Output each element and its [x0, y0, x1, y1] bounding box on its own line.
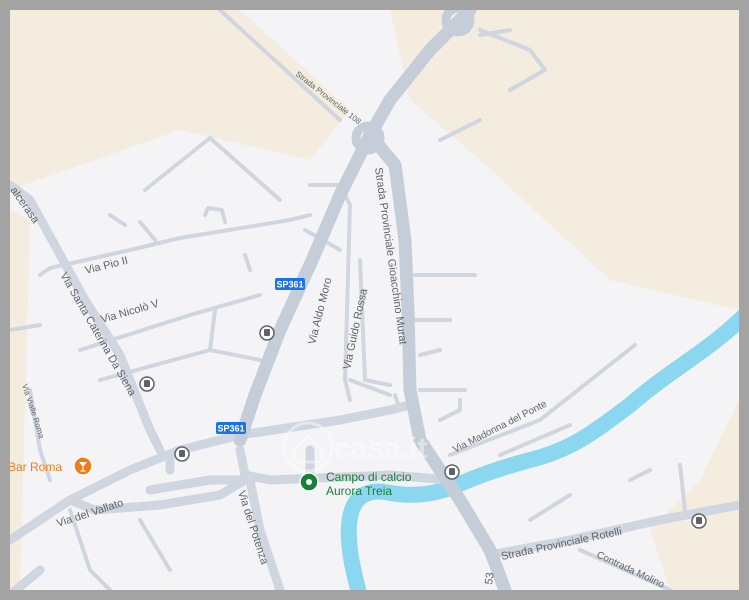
map-view[interactable]: SP361 SP361 Via Pio II Via Nicolò V Via … — [10, 10, 739, 590]
svg-text:SP361: SP361 — [217, 424, 244, 434]
rural-area — [390, 10, 739, 310]
bus-stop-icon[interactable] — [174, 446, 190, 462]
bus-stop-icon[interactable] — [691, 513, 707, 529]
poi-label-bar-roma[interactable]: Bar Roma — [10, 460, 62, 474]
poi-bar-roma[interactable]: Bar Roma — [10, 456, 93, 476]
bus-stop-icon[interactable] — [444, 464, 460, 480]
watermark-text: casa.it — [334, 432, 427, 465]
poi-label-campo-line1[interactable]: Campo di calcio — [326, 470, 412, 484]
bus-stop-icon[interactable] — [259, 325, 275, 341]
street-label-contrada-molino: Contrada Molino — [595, 550, 667, 590]
street-label-road-53: 53 — [483, 572, 497, 586]
route-shield-sp361: SP361 — [216, 422, 246, 434]
street-label-via-nicolo-v: Via Nicolò V — [100, 298, 161, 326]
place-pin-icon[interactable] — [299, 472, 319, 492]
rural-area — [650, 400, 739, 590]
bus-stop-icon[interactable] — [139, 376, 155, 392]
street-label-via-madonna-del-ponte: Via Madonna del Ponte — [451, 399, 549, 456]
street-label-via-aldo-moro: Via Aldo Moro — [306, 277, 334, 346]
svg-text:SP361: SP361 — [276, 280, 303, 290]
poi-label-campo-line2[interactable]: Aurora Treia — [326, 484, 392, 498]
route-shield-sp361: SP361 — [275, 278, 305, 290]
map-canvas[interactable]: SP361 SP361 Via Pio II Via Nicolò V Via … — [10, 10, 739, 590]
bar-cocktail-icon[interactable] — [73, 456, 93, 476]
